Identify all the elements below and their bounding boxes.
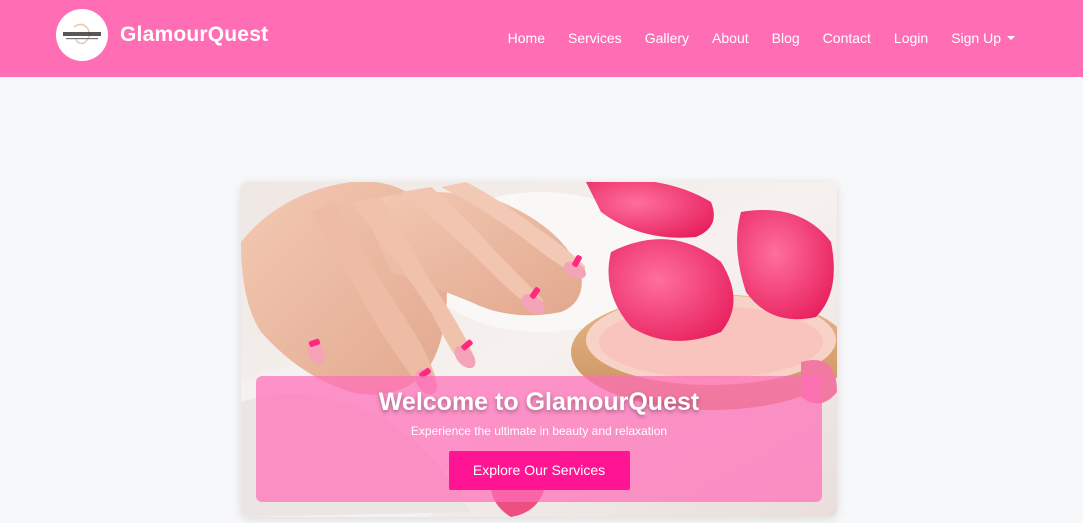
chevron-down-icon bbox=[1007, 35, 1015, 40]
nav-menu: Home Services Gallery About Blog Contact… bbox=[485, 0, 1015, 77]
explore-services-button[interactable]: Explore Our Services bbox=[448, 451, 630, 490]
nav-signup-label: Sign Up bbox=[951, 29, 1001, 46]
nav-login-link[interactable]: Login bbox=[894, 30, 928, 46]
navbar: GlamourQuest Home Services Gallery About… bbox=[0, 0, 1083, 77]
hero-card: Welcome to GlamourQuest Experience the u… bbox=[241, 182, 837, 517]
nav-signup-dropdown[interactable]: Sign Up bbox=[951, 30, 1015, 46]
brand-name: GlamourQuest bbox=[120, 23, 269, 46]
nav-contact-link[interactable]: Contact bbox=[823, 30, 871, 46]
nav-gallery-link[interactable]: Gallery bbox=[645, 30, 689, 46]
nav-services-link[interactable]: Services bbox=[568, 30, 622, 46]
nav-blog-link[interactable]: Blog bbox=[772, 30, 800, 46]
hero-overlay: Welcome to GlamourQuest Experience the u… bbox=[256, 376, 822, 502]
brand-link[interactable]: GlamourQuest bbox=[56, 9, 268, 61]
nav-about-link[interactable]: About bbox=[712, 30, 749, 46]
hero-title: Welcome to GlamourQuest bbox=[378, 388, 700, 416]
hero-subtitle: Experience the ultimate in beauty and re… bbox=[410, 424, 668, 438]
logo-emblem-icon bbox=[57, 10, 107, 60]
brand-logo bbox=[56, 9, 108, 61]
nav-home-link[interactable]: Home bbox=[508, 30, 545, 46]
